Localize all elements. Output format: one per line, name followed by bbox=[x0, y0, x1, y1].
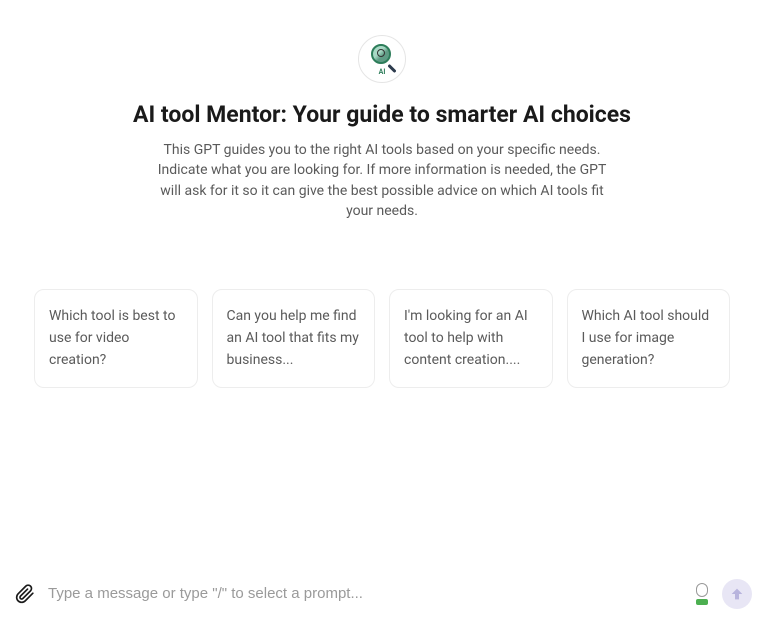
suggestion-card[interactable]: I'm looking for an AI tool to help with … bbox=[389, 289, 553, 388]
header-section: AI AI tool Mentor: Your guide to smarter… bbox=[0, 0, 764, 221]
microphone-button[interactable] bbox=[690, 580, 714, 608]
input-bar bbox=[0, 577, 764, 610]
gpt-avatar: AI bbox=[358, 35, 406, 83]
page-title: AI tool Mentor: Your guide to smarter AI… bbox=[0, 101, 764, 128]
suggestion-card[interactable]: Which AI tool should I use for image gen… bbox=[567, 289, 731, 388]
page-description: This GPT guides you to the right AI tool… bbox=[132, 140, 632, 221]
microphone-icon bbox=[696, 583, 708, 597]
magnifying-glass-icon: AI bbox=[367, 44, 397, 74]
send-button[interactable] bbox=[722, 579, 752, 609]
suggestion-grid: Which tool is best to use for video crea… bbox=[0, 289, 764, 388]
suggestion-card[interactable]: Can you help me find an AI tool that fit… bbox=[212, 289, 376, 388]
right-controls bbox=[690, 579, 752, 609]
attach-button[interactable] bbox=[12, 581, 38, 607]
paperclip-icon bbox=[15, 583, 35, 605]
message-input[interactable] bbox=[48, 577, 680, 610]
suggestion-card[interactable]: Which tool is best to use for video crea… bbox=[34, 289, 198, 388]
arrow-up-icon bbox=[729, 586, 745, 602]
